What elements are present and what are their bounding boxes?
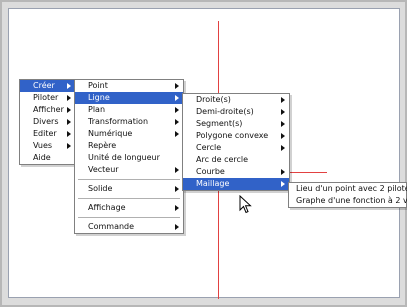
creer-menu-item-vecteur[interactable]: Vecteur <box>75 164 183 176</box>
menu-item-label: Maillage <box>196 179 230 188</box>
ligne-menu-item-droite-s[interactable]: Droite(s) <box>183 94 289 106</box>
menu-item-label: Piloter <box>33 93 59 102</box>
menu-separator <box>78 179 180 180</box>
chevron-right-icon <box>67 131 71 137</box>
menu-item-label: Plan <box>88 105 106 114</box>
menu-item-label: Courbe <box>196 167 225 176</box>
menu-separator <box>78 198 180 199</box>
maillage-menu-item-graphe-d-une-fonction-a-2-var[interactable]: Graphe d'une fonction à 2 var <box>289 195 407 207</box>
menu-item-label: Repère <box>88 141 117 150</box>
creer-menu-item-ligne[interactable]: Ligne <box>75 92 183 104</box>
maillage-submenu: Lieu d'un point avec 2 pilotes Graphe d'u… <box>288 182 407 208</box>
main-menu-item-aide[interactable]: Aide <box>20 152 75 164</box>
menu-item-label: Vues <box>33 141 53 150</box>
creer-menu-item-commande[interactable]: Commande <box>75 221 183 233</box>
menu-item-label: Affichage <box>88 203 126 212</box>
ligne-menu-item-maillage[interactable]: Maillage <box>183 178 289 190</box>
chevron-right-icon <box>67 95 71 101</box>
menu-item-label: Aide <box>33 153 51 162</box>
ligne-menu-item-polygone-convexe[interactable]: Polygone convexe <box>183 130 289 142</box>
creer-menu-item-numerique[interactable]: Numérique <box>75 128 183 140</box>
menu-separator <box>78 217 180 218</box>
ligne-menu-item-courbe[interactable]: Courbe <box>183 166 289 178</box>
chevron-right-icon <box>67 143 71 149</box>
ligne-menu-item-segment-s[interactable]: Segment(s) <box>183 118 289 130</box>
menu-item-label: Ligne <box>88 93 110 102</box>
menu-item-label: Segment(s) <box>196 119 243 128</box>
menu-item-label: Polygone convexe <box>196 131 269 140</box>
menu-item-label: Numérique <box>88 129 133 138</box>
chevron-right-icon <box>281 133 285 139</box>
chevron-right-icon <box>175 167 179 173</box>
chevron-right-icon <box>281 169 285 175</box>
chevron-right-icon <box>281 109 285 115</box>
menu-item-label: Solide <box>88 184 113 193</box>
ligne-submenu: Droite(s) Demi-droite(s) Segment(s) Polygon… <box>182 93 290 191</box>
creer-menu-item-unite-de-longueur[interactable]: Unité de longueur <box>75 152 183 164</box>
menu-item-label: Afficher <box>33 105 64 114</box>
main-menu-item-piloter[interactable]: Piloter <box>20 92 75 104</box>
menu-item-label: Graphe d'une fonction à 2 var <box>296 196 407 205</box>
main-menu-item-editer[interactable]: Editer <box>20 128 75 140</box>
menu-item-label: Transformation <box>88 117 149 126</box>
main-menu-item-creer[interactable]: Créer <box>20 80 75 92</box>
chevron-right-icon <box>175 119 179 125</box>
menu-item-label: Lieu d'un point avec 2 pilotes <box>296 184 407 193</box>
menu-item-label: Demi-droite(s) <box>196 107 254 116</box>
chevron-right-icon <box>67 83 71 89</box>
chevron-right-icon <box>175 205 179 211</box>
menu-item-label: Point <box>88 81 108 90</box>
chevron-right-icon <box>67 119 71 125</box>
menu-item-label: Droite(s) <box>196 95 231 104</box>
chevron-right-icon <box>175 107 179 113</box>
chevron-right-icon <box>175 131 179 137</box>
menu-item-label: Arc de cercle <box>196 155 249 164</box>
main-menu-item-afficher[interactable]: Afficher <box>20 104 75 116</box>
creer-menu-item-point[interactable]: Point <box>75 80 183 92</box>
main-menu-item-divers[interactable]: Divers <box>20 116 75 128</box>
menu-item-label: Créer <box>33 81 55 90</box>
creer-menu-item-affichage[interactable]: Affichage <box>75 202 183 214</box>
menu-item-label: Commande <box>88 222 135 231</box>
chevron-right-icon <box>281 121 285 127</box>
menu-item-label: Divers <box>33 117 59 126</box>
arrow-cursor-icon <box>239 195 252 214</box>
creer-menu-item-solide[interactable]: Solide <box>75 183 183 195</box>
ligne-menu-item-demi-droite-s[interactable]: Demi-droite(s) <box>183 106 289 118</box>
creer-menu-item-transformation[interactable]: Transformation <box>75 116 183 128</box>
chevron-right-icon <box>67 107 71 113</box>
creer-menu-item-plan[interactable]: Plan <box>75 104 183 116</box>
chevron-right-icon <box>175 95 179 101</box>
main-menu: Créer Piloter Afficher Divers Editer Vues Aide <box>19 79 76 165</box>
chevron-right-icon <box>175 83 179 89</box>
menu-item-label: Cercle <box>196 143 222 152</box>
main-menu-item-vues[interactable]: Vues <box>20 140 75 152</box>
ligne-menu-item-arc-de-cercle[interactable]: Arc de cercle <box>183 154 289 166</box>
menu-item-label: Editer <box>33 129 57 138</box>
menu-item-label: Unité de longueur <box>88 153 160 162</box>
maillage-menu-item-lieu-d-un-point-avec-2-pilotes[interactable]: Lieu d'un point avec 2 pilotes <box>289 183 407 195</box>
chevron-right-icon <box>281 97 285 103</box>
chevron-right-icon <box>281 145 285 151</box>
chevron-right-icon <box>281 181 285 187</box>
chevron-right-icon <box>175 224 179 230</box>
menu-item-label: Vecteur <box>88 165 119 174</box>
creer-menu-item-repere[interactable]: Repère <box>75 140 183 152</box>
ligne-menu-item-cercle[interactable]: Cercle <box>183 142 289 154</box>
chevron-right-icon <box>175 186 179 192</box>
creer-submenu: Point Ligne Plan Transformation Numérique Rep… <box>74 79 184 234</box>
